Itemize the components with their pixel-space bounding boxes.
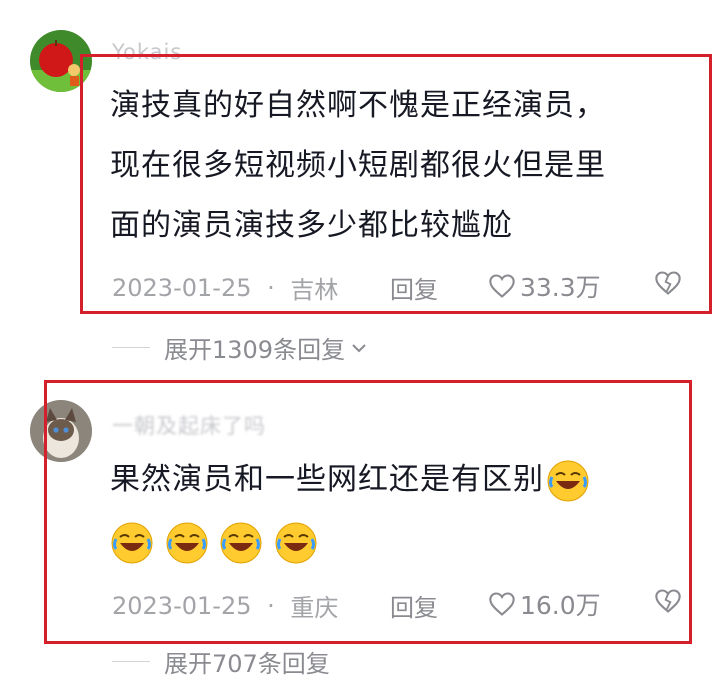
dislike-heart-icon [655,271,681,295]
comment-location: 重庆 [290,594,339,622]
expand-divider [112,347,150,348]
comment-emoji-row [110,518,318,566]
like-count: 16.0万 [520,591,601,620]
comment-meta: 2023-01-25 · 重庆 [112,588,338,623]
comment-text-line: 现在很多短视频小短剧都很火但是里 [110,148,606,183]
laughing-crying-emoji [275,522,317,563]
laughing-crying-emoji [547,460,589,501]
reply-button[interactable]: 回复 [390,588,438,623]
like-button[interactable]: 16.0万 [488,586,601,622]
laughing-crying-emoji [166,522,208,563]
comment-date: 2023-01-25 [112,591,252,620]
meta-separator: · [267,591,275,620]
expand-divider [112,661,150,662]
dislike-button[interactable] [654,588,682,618]
comment-text-line: 面的演员演技多少都比较尴尬 [110,208,513,243]
meta-separator: · [267,273,275,302]
dislike-button[interactable] [654,270,682,300]
like-count: 33.3万 [520,273,601,302]
comment-meta: 2023-01-25 · 吉林 [112,270,338,305]
expand-replies-button[interactable]: 展开1309条回复 [112,330,369,365]
like-button[interactable]: 33.3万 [488,268,601,304]
comment-location: 吉林 [290,276,339,304]
laughing-crying-emoji [111,522,153,563]
chevron-down-icon [352,343,366,352]
heart-icon [489,274,515,298]
laughing-crying-emoji [220,522,262,563]
dislike-heart-icon [655,589,681,613]
comment-date: 2023-01-25 [112,273,252,302]
expand-replies-label: 展开1309条回复 [164,336,346,364]
reply-button[interactable]: 回复 [390,270,438,305]
comment-text-line: 演技真的好自然啊不愧是正经演员， [110,88,606,123]
comment-text-content: 果然演员和一些网红还是有区别 [110,462,544,497]
comment-text-line: 果然演员和一些网红还是有区别 [110,456,590,504]
expand-replies-label: 展开707条回复 [164,650,330,678]
heart-icon [489,592,515,616]
expand-replies-button[interactable]: 展开707条回复 [112,644,330,679]
